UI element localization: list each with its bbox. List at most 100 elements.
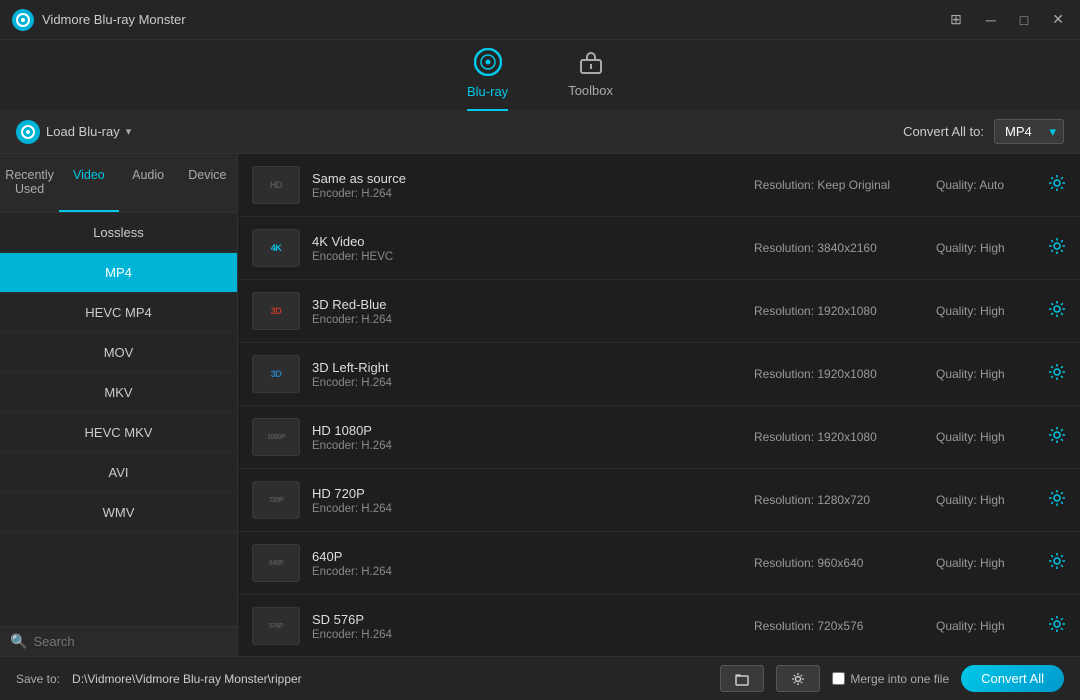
load-label: Load Blu-ray <box>46 124 120 139</box>
window-controls: ⊞ ─ □ ✕ <box>946 9 1068 30</box>
video-thumb: 3D <box>252 355 300 393</box>
video-thumb: 1080P <box>252 418 300 456</box>
tab-audio[interactable]: Audio <box>119 154 178 212</box>
search-icon: 🔍 <box>10 633 27 650</box>
video-thumb: 576P <box>252 607 300 645</box>
convert-all-section: Convert All to: MP4 MOV MKV AVI <box>903 119 1064 144</box>
merge-check: Merge into one file <box>832 672 949 686</box>
preset-name: Same as source <box>312 171 742 186</box>
preset-name: HD 1080P <box>312 423 742 438</box>
bottom-bar: Save to: D:\Vidmore\Vidmore Blu-ray Mons… <box>0 656 1080 700</box>
format-list: Lossless MP4 HEVC MP4 MOV MKV HEVC MKV A… <box>0 213 237 626</box>
format-mkv[interactable]: MKV <box>0 373 237 413</box>
load-bluray-btn[interactable]: Load Blu-ray ▾ <box>16 120 131 144</box>
search-input[interactable] <box>33 634 227 649</box>
bluray-icon <box>474 48 502 82</box>
preset-quality: Quality: High <box>936 304 1036 318</box>
preset-name: SD 576P <box>312 612 742 627</box>
preset-encoder: Encoder: H.264 <box>312 440 742 452</box>
video-info: 4K Video Encoder: HEVC <box>312 234 742 263</box>
preset-encoder: Encoder: HEVC <box>312 251 742 263</box>
video-info: SD 576P Encoder: H.264 <box>312 612 742 641</box>
format-avi[interactable]: AVI <box>0 453 237 493</box>
message-btn[interactable]: ⊞ <box>946 9 966 30</box>
video-preset-item[interactable]: 640P 640P Encoder: H.264 Resolution: 960… <box>238 532 1080 595</box>
format-hevc-mp4[interactable]: HEVC MP4 <box>0 293 237 333</box>
format-tabs: Recently Used Video Audio Device <box>0 154 237 213</box>
video-info: 3D Red-Blue Encoder: H.264 <box>312 297 742 326</box>
preset-resolution: Resolution: 1280x720 <box>754 493 924 507</box>
format-panel: Recently Used Video Audio Device Lossles… <box>0 154 238 656</box>
video-info: HD 720P Encoder: H.264 <box>312 486 742 515</box>
preset-resolution: Resolution: 1920x1080 <box>754 367 924 381</box>
toolbox-icon <box>578 49 604 81</box>
title-bar: Vidmore Blu-ray Monster ⊞ ─ □ ✕ <box>0 0 1080 40</box>
app-title: Vidmore Blu-ray Monster <box>42 12 946 27</box>
load-dropdown-icon: ▾ <box>126 125 132 138</box>
video-thumb: 4K <box>252 229 300 267</box>
preset-encoder: Encoder: H.264 <box>312 503 742 515</box>
video-preset-item[interactable]: 4K 4K Video Encoder: HEVC Resolution: 38… <box>238 217 1080 280</box>
load-bar: Load Blu-ray ▾ Convert All to: MP4 MOV M… <box>0 110 1080 154</box>
tab-video[interactable]: Video <box>59 154 118 212</box>
video-thumb: 720P <box>252 481 300 519</box>
preset-quality: Quality: High <box>936 556 1036 570</box>
preset-resolution: Resolution: 1920x1080 <box>754 304 924 318</box>
preset-encoder: Encoder: H.264 <box>312 629 742 641</box>
close-btn[interactable]: ✕ <box>1048 9 1068 30</box>
folder-btn[interactable] <box>720 665 764 692</box>
preset-quality: Quality: High <box>936 430 1036 444</box>
gear-icon[interactable] <box>1048 426 1066 449</box>
preset-resolution: Resolution: 3840x2160 <box>754 241 924 255</box>
save-to-label: Save to: <box>16 672 60 686</box>
preset-quality: Quality: Auto <box>936 178 1036 192</box>
top-nav: Blu-ray Toolbox <box>0 40 1080 110</box>
video-preset-item[interactable]: 1080P HD 1080P Encoder: H.264 Resolution… <box>238 406 1080 469</box>
nav-bluray-label: Blu-ray <box>467 84 508 99</box>
nav-toolbox[interactable]: Toolbox <box>568 49 613 102</box>
format-mov[interactable]: MOV <box>0 333 237 373</box>
gear-icon[interactable] <box>1048 237 1066 260</box>
preset-quality: Quality: High <box>936 493 1036 507</box>
video-info: Same as source Encoder: H.264 <box>312 171 742 200</box>
gear-icon[interactable] <box>1048 615 1066 638</box>
nav-bluray[interactable]: Blu-ray <box>467 48 508 103</box>
gear-icon[interactable] <box>1048 363 1066 386</box>
format-wmv[interactable]: WMV <box>0 493 237 533</box>
format-hevc-mkv[interactable]: HEVC MKV <box>0 413 237 453</box>
preset-encoder: Encoder: H.264 <box>312 566 742 578</box>
settings-btn[interactable] <box>776 665 820 692</box>
preset-encoder: Encoder: H.264 <box>312 377 742 389</box>
preset-name: 640P <box>312 549 742 564</box>
preset-quality: Quality: High <box>936 241 1036 255</box>
maximize-btn[interactable]: □ <box>1016 9 1032 30</box>
video-preset-item[interactable]: 576P SD 576P Encoder: H.264 Resolution: … <box>238 595 1080 656</box>
gear-icon[interactable] <box>1048 174 1066 197</box>
video-preset-item[interactable]: 720P HD 720P Encoder: H.264 Resolution: … <box>238 469 1080 532</box>
preset-name: 3D Left-Right <box>312 360 742 375</box>
gear-icon[interactable] <box>1048 489 1066 512</box>
convert-all-btn[interactable]: Convert All <box>961 665 1064 692</box>
video-thumb: 3D <box>252 292 300 330</box>
merge-checkbox[interactable] <box>832 672 845 685</box>
format-lossless[interactable]: Lossless <box>0 213 237 253</box>
format-mp4[interactable]: MP4 <box>0 253 237 293</box>
video-preset-item[interactable]: 3D 3D Red-Blue Encoder: H.264 Resolution… <box>238 280 1080 343</box>
video-preset-item[interactable]: HD Same as source Encoder: H.264 Resolut… <box>238 154 1080 217</box>
preset-quality: Quality: High <box>936 367 1036 381</box>
tab-device[interactable]: Device <box>178 154 237 212</box>
gear-icon[interactable] <box>1048 300 1066 323</box>
video-info: 640P Encoder: H.264 <box>312 549 742 578</box>
video-info: 3D Left-Right Encoder: H.264 <box>312 360 742 389</box>
video-preset-item[interactable]: 3D 3D Left-Right Encoder: H.264 Resoluti… <box>238 343 1080 406</box>
tab-recently-used[interactable]: Recently Used <box>0 154 59 212</box>
video-info: HD 1080P Encoder: H.264 <box>312 423 742 452</box>
gear-icon[interactable] <box>1048 552 1066 575</box>
format-select[interactable]: MP4 MOV MKV AVI <box>994 119 1064 144</box>
minimize-btn[interactable]: ─ <box>982 9 1000 30</box>
preset-name: HD 720P <box>312 486 742 501</box>
convert-all-label: Convert All to: <box>903 124 984 139</box>
preset-quality: Quality: High <box>936 619 1036 633</box>
preset-resolution: Resolution: 960x640 <box>754 556 924 570</box>
video-thumb: 640P <box>252 544 300 582</box>
